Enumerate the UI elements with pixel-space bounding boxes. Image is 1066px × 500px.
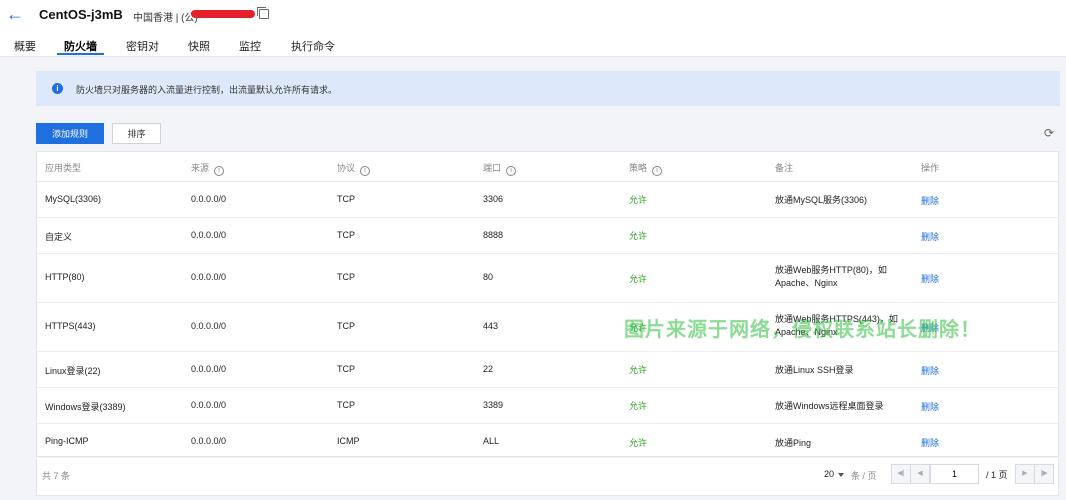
cell-source: 0.0.0.0/0	[191, 194, 227, 204]
cell-policy: 允许	[629, 365, 648, 375]
cell-protocol: ICMP	[337, 436, 360, 446]
refresh-icon[interactable]: ⟳	[1044, 127, 1054, 139]
cell-type: 自定义	[45, 232, 73, 242]
table-row: HTTP(80) 0.0.0.0/0 TCP 80 允许 放通Web服务HTTP…	[37, 253, 1058, 303]
table-row: Windows登录(3389) 0.0.0.0/0 TCP 3389 允许 放通…	[37, 387, 1058, 424]
top-bar: ← CentOS-j3mB 中国香港 | (公) 概要 防火墙 密钥对 快照 监…	[0, 0, 1066, 57]
col-protocol: 协议 i	[337, 161, 371, 176]
instance-region: 中国香港 | (公)	[133, 13, 198, 24]
cell-protocol: TCP	[337, 321, 355, 331]
table-header: 应用类型 来源 i 协议 i 端口 i 策略 i 备注 操作	[37, 152, 1058, 182]
active-tab-indicator	[57, 53, 104, 55]
tab-run-command[interactable]: 执行命令	[291, 38, 335, 54]
cell-policy: 允许	[629, 438, 648, 448]
cell-source: 0.0.0.0/0	[191, 436, 227, 446]
delete-link[interactable]: 删除	[921, 436, 939, 449]
page-total: / 1 页	[986, 470, 1008, 480]
page-title: CentOS-j3mB	[39, 7, 123, 22]
col-note: 备注	[775, 163, 794, 173]
cell-source: 0.0.0.0/0	[191, 230, 227, 240]
page-size-select[interactable]: 20	[824, 469, 834, 479]
help-icon[interactable]: i	[360, 166, 371, 176]
col-source-label: 来源	[191, 163, 210, 173]
per-page-label: 条 / 页	[851, 471, 877, 481]
first-page-icon[interactable]: ◀|	[891, 464, 911, 484]
page-number-input[interactable]	[930, 464, 979, 484]
cell-port: 22	[483, 364, 494, 374]
cell-policy: 允许	[629, 401, 648, 411]
table-row: MySQL(3306) 0.0.0.0/0 TCP 3306 允许 放通MySQ…	[37, 181, 1058, 218]
cell-type: HTTP(80)	[45, 272, 85, 282]
tab-overview[interactable]: 概要	[14, 38, 36, 54]
next-page-icon[interactable]: ▶	[1015, 464, 1035, 484]
col-policy: 策略 i	[629, 161, 663, 176]
cell-protocol: TCP	[337, 272, 355, 282]
total-count: 共 7 条	[42, 471, 71, 481]
delete-link[interactable]: 删除	[921, 364, 939, 377]
cell-port: 3306	[483, 194, 504, 204]
cell-note: 放通MySQL服务(3306)	[775, 195, 868, 205]
last-page-icon[interactable]: |▶	[1034, 464, 1054, 484]
cell-source: 0.0.0.0/0	[191, 364, 227, 374]
notice-text: 防火墙只对服务器的入流量进行控制，出流量默认允许所有请求。	[76, 85, 338, 95]
table-row: Ping-ICMP 0.0.0.0/0 ICMP ALL 允许 放通Ping 删…	[37, 423, 1058, 456]
cell-note: 放通Windows远程桌面登录	[775, 401, 884, 411]
cell-protocol: TCP	[337, 230, 355, 240]
watermark: 图片来源于网络，侵权联系站长删除！	[624, 319, 981, 341]
tab-firewall[interactable]: 防火墙	[64, 38, 97, 54]
col-port-label: 端口	[483, 163, 502, 173]
cell-note: 放通Ping	[775, 438, 812, 448]
tab-keypair[interactable]: 密钥对	[126, 38, 159, 54]
cell-policy: 允许	[629, 231, 648, 241]
firewall-rules-table: 应用类型 来源 i 协议 i 端口 i 策略 i 备注 操作 MySQL(3306) 0…	[36, 151, 1059, 457]
table-row: 自定义 0.0.0.0/0 TCP 8888 允许 删除	[37, 217, 1058, 254]
cell-type: Windows登录(3389)	[45, 402, 126, 412]
table-row: Linux登录(22) 0.0.0.0/0 TCP 22 允许 放通Linux …	[37, 351, 1058, 388]
cell-type: MySQL(3306)	[45, 194, 102, 204]
tab-monitor[interactable]: 监控	[239, 38, 261, 54]
col-source: 来源 i	[191, 161, 225, 176]
delete-link[interactable]: 删除	[921, 230, 939, 243]
help-icon[interactable]: i	[214, 166, 225, 176]
cell-source: 0.0.0.0/0	[191, 321, 227, 331]
cell-policy: 允许	[629, 274, 648, 284]
col-port: 端口 i	[483, 161, 517, 176]
cell-policy: 允许	[629, 195, 648, 205]
cell-note: 放通Linux SSH登录	[775, 365, 854, 375]
tab-snapshot[interactable]: 快照	[188, 38, 210, 54]
col-action: 操作	[921, 163, 940, 173]
cell-protocol: TCP	[337, 194, 355, 204]
cell-protocol: TCP	[337, 364, 355, 374]
sort-button[interactable]: 排序	[112, 123, 161, 144]
cell-type: HTTPS(443)	[45, 321, 96, 331]
cell-port: 80	[483, 272, 494, 282]
cell-port: ALL	[483, 436, 500, 446]
col-protocol-label: 协议	[337, 163, 356, 173]
cell-type: Ping-ICMP	[45, 436, 89, 446]
cell-port: 8888	[483, 230, 504, 240]
redacted-ip	[191, 10, 255, 18]
chevron-down-icon[interactable]	[838, 473, 844, 477]
cell-source: 0.0.0.0/0	[191, 272, 227, 282]
cell-port: 443	[483, 321, 499, 331]
arrow-left-icon[interactable]: ←	[6, 5, 24, 23]
col-policy-label: 策略	[629, 163, 648, 173]
prev-page-icon[interactable]: ◀	[910, 464, 930, 484]
help-icon[interactable]: i	[652, 166, 663, 176]
delete-link[interactable]: 删除	[921, 400, 939, 413]
copy-icon[interactable]	[257, 7, 269, 19]
cell-protocol: TCP	[337, 400, 355, 410]
cell-type: Linux登录(22)	[45, 366, 101, 376]
col-app-type: 应用类型	[45, 163, 82, 173]
cell-note: 放通Web服务HTTP(80)，如Apache、Nginx	[775, 265, 887, 288]
cell-source: 0.0.0.0/0	[191, 400, 227, 410]
delete-link[interactable]: 删除	[921, 194, 939, 207]
info-icon: i	[52, 83, 63, 94]
help-icon[interactable]: i	[506, 166, 517, 176]
delete-link[interactable]: 删除	[921, 272, 939, 285]
add-rule-button[interactable]: 添加规则	[36, 123, 104, 144]
cell-port: 3389	[483, 400, 504, 410]
